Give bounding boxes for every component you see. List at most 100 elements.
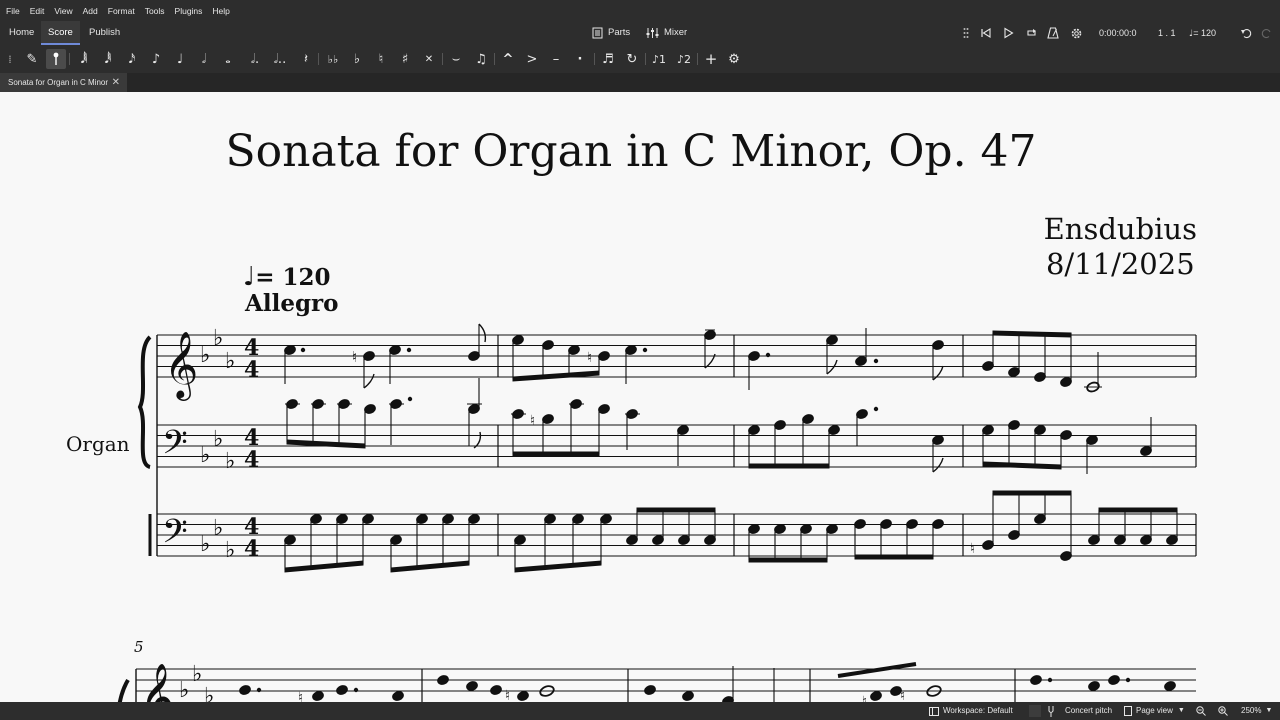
treble-clef-icon: 𝄞 — [140, 662, 174, 702]
tie-icon[interactable]: ⌣ — [446, 49, 466, 69]
chevron-down-icon: ▼ — [1265, 707, 1273, 714]
instrument-name[interactable]: Organ — [66, 432, 130, 456]
note-input-pencil-icon[interactable]: ✎ — [22, 49, 42, 69]
note-input-mode-icon[interactable] — [46, 49, 66, 69]
play-icon[interactable] — [1000, 25, 1016, 41]
composer-name: Ensdubius — [1043, 212, 1197, 246]
svg-text:♭: ♭ — [213, 326, 223, 351]
zoom-out-icon[interactable] — [1196, 702, 1210, 720]
svg-text:♮: ♮ — [970, 541, 975, 557]
double-sharp-icon[interactable]: ✕ — [419, 49, 439, 69]
view-mode-selector[interactable]: Page view ▼ — [1124, 702, 1185, 720]
composer-block[interactable]: Ensdubius 8/11/2025 — [1044, 212, 1197, 282]
accent-icon[interactable]: > — [522, 49, 542, 69]
mixer-button[interactable]: Mixer — [646, 21, 687, 45]
document-tab[interactable]: Sonata for Organ in C Minor ✕ — [0, 73, 127, 92]
zoom-in-icon[interactable] — [1218, 702, 1232, 720]
workspace-label: Workspace: Default — [943, 706, 1013, 715]
close-icon[interactable]: ✕ — [112, 73, 120, 92]
menu-tools[interactable]: Tools — [145, 6, 165, 16]
flat-icon[interactable]: ♭ — [347, 49, 367, 69]
bass-clef-icon: 𝄢 — [162, 513, 188, 559]
menu-plugins[interactable]: Plugins — [175, 6, 203, 16]
svg-text:♮: ♮ — [352, 348, 357, 366]
eighth-note-icon[interactable]: ♪ — [146, 49, 166, 69]
composition-date: 8/11/2025 — [1045, 247, 1195, 281]
rewind-icon[interactable] — [978, 25, 994, 41]
score-canvas[interactable]: 𝄞 𝄢 𝄢 ♭ ♭ ♭ ♭ ♭ ♭ ♭ ♭ ♭ 44 44 44 ♮ ♮ ♮ ♮… — [0, 92, 1280, 702]
loop-icon[interactable] — [1023, 25, 1039, 41]
menu-edit[interactable]: Edit — [30, 6, 45, 16]
tempo-marking[interactable]: ♩ = 120 — [243, 262, 331, 292]
redo-icon[interactable] — [1259, 25, 1275, 41]
thirty-second-note-icon[interactable]: 𝅘𝅥𝅱 — [98, 49, 118, 69]
tempo-text[interactable]: Allegro — [245, 290, 339, 317]
concert-pitch-toggle[interactable]: Concert pitch — [1029, 702, 1112, 720]
parts-label: Parts — [608, 27, 631, 38]
quarter-note-icon[interactable]: ♩ — [170, 49, 190, 69]
svg-text:4: 4 — [244, 447, 259, 473]
playback-tempo[interactable]: ♩= 120 — [1189, 21, 1216, 45]
voice-1-icon[interactable]: ♪1 — [649, 49, 669, 69]
natural-icon[interactable]: ♮ — [371, 49, 391, 69]
svg-text:♭: ♭ — [225, 449, 235, 474]
playback-settings-icon[interactable] — [1068, 25, 1084, 41]
tab-score[interactable]: Score — [41, 21, 80, 45]
toolbar-grip-icon[interactable]: ⁞ — [0, 49, 20, 69]
add-icon[interactable]: + — [701, 49, 721, 69]
toolbar-separator — [69, 53, 70, 65]
toolbar-separator — [697, 53, 698, 65]
marcato-icon[interactable]: ^ — [498, 49, 518, 69]
key-signature: ♭♭♭ ♭♭♭ ♭♭♭ — [200, 326, 235, 563]
toolbar-separator — [318, 53, 319, 65]
chevron-down-icon: ▼ — [1177, 707, 1185, 714]
tenuto-icon[interactable]: – — [546, 49, 566, 69]
workspace-selector[interactable]: Workspace: Default — [929, 702, 1013, 720]
workspace-icon — [929, 706, 939, 716]
slur-icon[interactable]: ♫ — [471, 49, 491, 69]
parts-button[interactable]: Parts — [592, 21, 630, 45]
sharp-icon[interactable]: ♯ — [395, 49, 415, 69]
playback-grip-icon[interactable] — [958, 25, 974, 41]
svg-text:♭: ♭ — [200, 343, 210, 368]
tab-home[interactable]: Home — [2, 21, 41, 45]
menu-format[interactable]: Format — [108, 6, 135, 16]
tuplet-icon[interactable]: ♬ — [598, 49, 618, 69]
double-dot-icon[interactable]: 𝅗𝅥.. — [270, 49, 290, 69]
staccato-icon[interactable]: · — [570, 49, 590, 69]
double-flat-icon[interactable]: ♭♭ — [323, 49, 343, 69]
undo-icon[interactable] — [1238, 25, 1254, 41]
zoom-level[interactable]: 250% ▼ — [1241, 702, 1272, 720]
menu-bar: File Edit View Add Format Tools Plugins … — [0, 0, 1280, 21]
quarter-note-icon: ♩ — [243, 262, 256, 292]
sixty-fourth-note-icon[interactable]: 𝅘𝅥𝅲 — [74, 49, 94, 69]
second-system: 𝄞 ♭♭♭ ♮ ♮ ♮ ♮ — [117, 662, 1196, 702]
score-title[interactable]: Sonata for Organ in C Minor, Op. 47 — [0, 126, 1262, 177]
menu-file[interactable]: File — [6, 6, 20, 16]
playback-position: 1 . 1 — [1158, 28, 1176, 38]
half-note-icon[interactable]: 𝅗𝅥 — [194, 49, 214, 69]
svg-text:♭: ♭ — [225, 349, 235, 374]
voice-2-icon[interactable]: ♪2 — [674, 49, 694, 69]
menu-help[interactable]: Help — [212, 6, 229, 16]
svg-text:♭: ♭ — [225, 538, 235, 563]
menu-add[interactable]: Add — [83, 6, 98, 16]
rest-icon[interactable]: 𝄽 — [296, 49, 316, 69]
svg-text:♮: ♮ — [862, 694, 867, 702]
flip-direction-icon[interactable]: ↻ — [622, 49, 642, 69]
view-mode-label: Page view — [1136, 706, 1173, 715]
playback-time: 0:00:00:0 — [1099, 28, 1137, 38]
augmentation-dot-icon[interactable]: 𝅗𝅥. — [245, 49, 265, 69]
whole-note-icon[interactable]: 𝅝 — [218, 49, 238, 69]
tuning-fork-icon — [1048, 705, 1054, 717]
tab-publish[interactable]: Publish — [82, 21, 127, 45]
mixer-icon — [646, 28, 659, 38]
toolbar-settings-icon[interactable]: ⚙ — [724, 49, 744, 69]
menu-view[interactable]: View — [54, 6, 72, 16]
toolbar-separator — [645, 53, 646, 65]
svg-text:♮: ♮ — [505, 688, 510, 702]
mixer-label: Mixer — [664, 27, 688, 38]
metronome-icon[interactable] — [1045, 25, 1061, 41]
concert-pitch-checkbox[interactable] — [1029, 705, 1041, 717]
sixteenth-note-icon[interactable]: 𝅘𝅥𝅯 — [122, 49, 142, 69]
